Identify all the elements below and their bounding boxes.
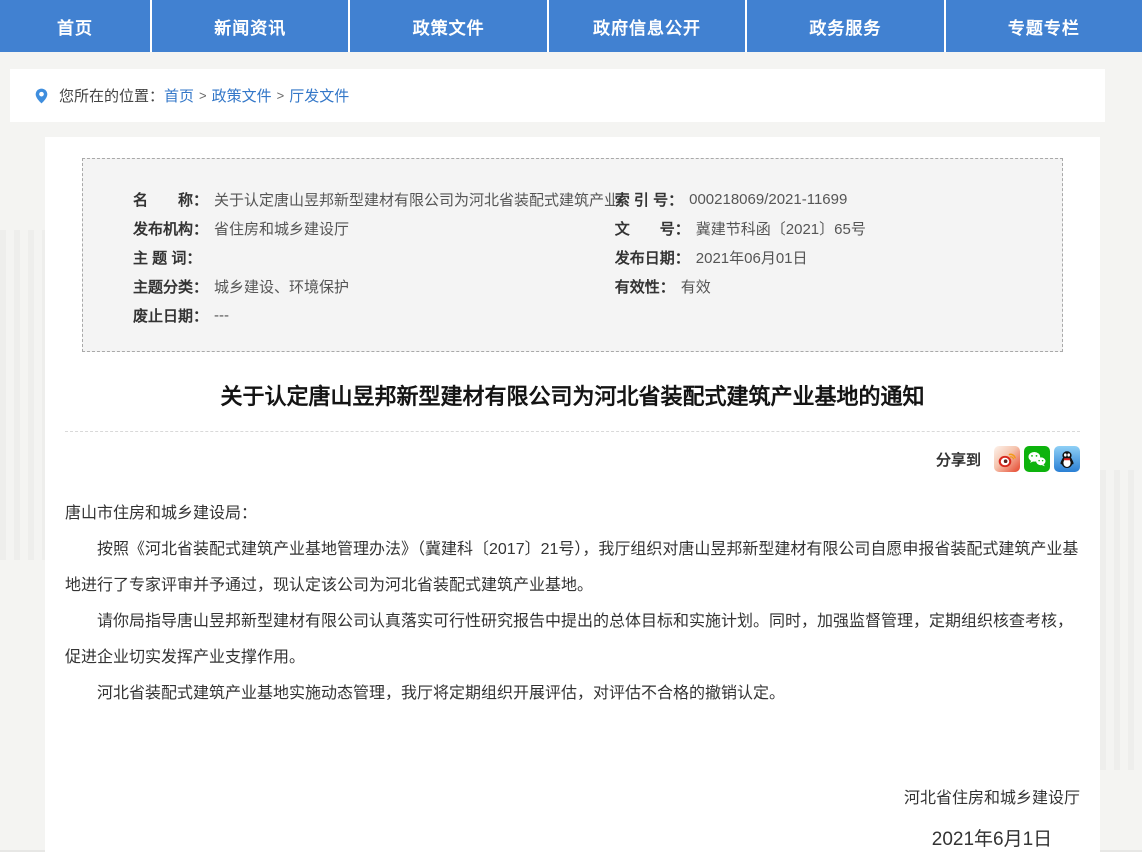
nav-item-specials[interactable]: 专题专栏 [946, 0, 1142, 52]
meta-label: 文 号： [615, 218, 690, 239]
breadcrumb: 您所在的位置： 首页 > 政策文件 > 厅发文件 [10, 69, 1105, 122]
document-metadata-box: 名 称： 关于认定唐山昱邦新型建材有限公司为河北省装配式建筑产业基... 发布机… [82, 158, 1063, 352]
document-body: 唐山市住房和城乡建设局： 按照《河北省装配式建筑产业基地管理办法》（冀建科〔20… [65, 496, 1080, 712]
meta-label: 有效性： [615, 276, 675, 297]
qq-share-icon[interactable] [1054, 446, 1080, 472]
share-row: 分享到 [65, 446, 1080, 472]
meta-value: 冀建节科函〔2021〕65号 [696, 218, 866, 239]
meta-row-publish-date: 发布日期： 2021年06月01日 [615, 243, 1042, 272]
share-label: 分享到 [936, 449, 981, 470]
meta-row-repeal-date: 废止日期： --- [133, 301, 615, 330]
meta-row-doc-no: 文 号： 冀建节科函〔2021〕65号 [615, 214, 1042, 243]
meta-value: 省住房和城乡建设厅 [214, 218, 349, 239]
meta-row-name: 名 称： 关于认定唐山昱邦新型建材有限公司为河北省装配式建筑产业基... [133, 185, 615, 214]
nav-item-policy[interactable]: 政策文件 [350, 0, 546, 52]
weibo-share-icon[interactable] [994, 446, 1020, 472]
meta-value: 城乡建设、环境保护 [214, 276, 349, 297]
building-watermark-left [0, 230, 45, 560]
meta-label: 发布机构： [133, 218, 208, 239]
nav-item-home[interactable]: 首页 [0, 0, 150, 52]
paragraph-2: 请你局指导唐山昱邦新型建材有限公司认真落实可行性研究报告中提出的总体目标和实施计… [65, 604, 1080, 676]
location-pin-icon [33, 85, 50, 107]
meta-label: 发布日期： [615, 247, 690, 268]
breadcrumb-prefix: 您所在的位置： [59, 85, 164, 106]
nav-item-news[interactable]: 新闻资讯 [152, 0, 348, 52]
building-watermark-right [1100, 470, 1142, 770]
breadcrumb-link-dept-docs[interactable]: 厅发文件 [289, 85, 349, 106]
paragraph-1: 按照《河北省装配式建筑产业基地管理办法》（冀建科〔2017〕21号），我厅组织对… [65, 532, 1080, 604]
salutation: 唐山市住房和城乡建设局： [65, 496, 1080, 532]
paragraph-3: 河北省装配式建筑产业基地实施动态管理，我厅将定期组织开展评估，对评估不合格的撤销… [65, 676, 1080, 712]
meta-value: 有效 [681, 276, 711, 297]
nav-item-gov-info[interactable]: 政府信息公开 [549, 0, 745, 52]
meta-value: 000218069/2021-11699 [689, 191, 847, 208]
meta-label: 主题分类： [133, 276, 208, 297]
meta-row-index-no: 索 引 号： 000218069/2021-11699 [615, 185, 1042, 214]
wechat-share-icon[interactable] [1024, 446, 1050, 472]
signature-name: 河北省住房和城乡建设厅 [904, 784, 1080, 808]
nav-item-services[interactable]: 政务服务 [747, 0, 943, 52]
breadcrumb-link-home[interactable]: 首页 [164, 85, 194, 106]
top-navigation: 首页 新闻资讯 政策文件 政府信息公开 政务服务 专题专栏 [0, 0, 1142, 52]
signature-date: 2021年6月1日 [904, 824, 1080, 851]
meta-value: 关于认定唐山昱邦新型建材有限公司为河北省装配式建筑产业基... [214, 189, 615, 210]
page-title: 关于认定唐山昱邦新型建材有限公司为河北省装配式建筑产业基地的通知 [65, 379, 1080, 411]
meta-label: 主 题 词： [133, 247, 201, 268]
title-divider [65, 431, 1080, 432]
meta-row-issuer: 发布机构： 省住房和城乡建设厅 [133, 214, 615, 243]
meta-value: --- [214, 307, 229, 324]
meta-label: 索 引 号： [615, 189, 683, 210]
breadcrumb-separator: > [277, 88, 285, 103]
meta-row-subject-words: 主 题 词： [133, 243, 615, 272]
breadcrumb-separator: > [199, 88, 207, 103]
meta-label: 废止日期： [133, 305, 208, 326]
meta-label: 名 称： [133, 189, 208, 210]
signature-block: 河北省住房和城乡建设厅 2021年6月1日 [904, 784, 1080, 851]
main-panel: 名 称： 关于认定唐山昱邦新型建材有限公司为河北省装配式建筑产业基... 发布机… [45, 137, 1100, 852]
meta-row-validity: 有效性： 有效 [615, 272, 1042, 301]
breadcrumb-link-policy[interactable]: 政策文件 [212, 85, 272, 106]
meta-value: 2021年06月01日 [696, 247, 808, 268]
meta-row-category: 主题分类： 城乡建设、环境保护 [133, 272, 615, 301]
